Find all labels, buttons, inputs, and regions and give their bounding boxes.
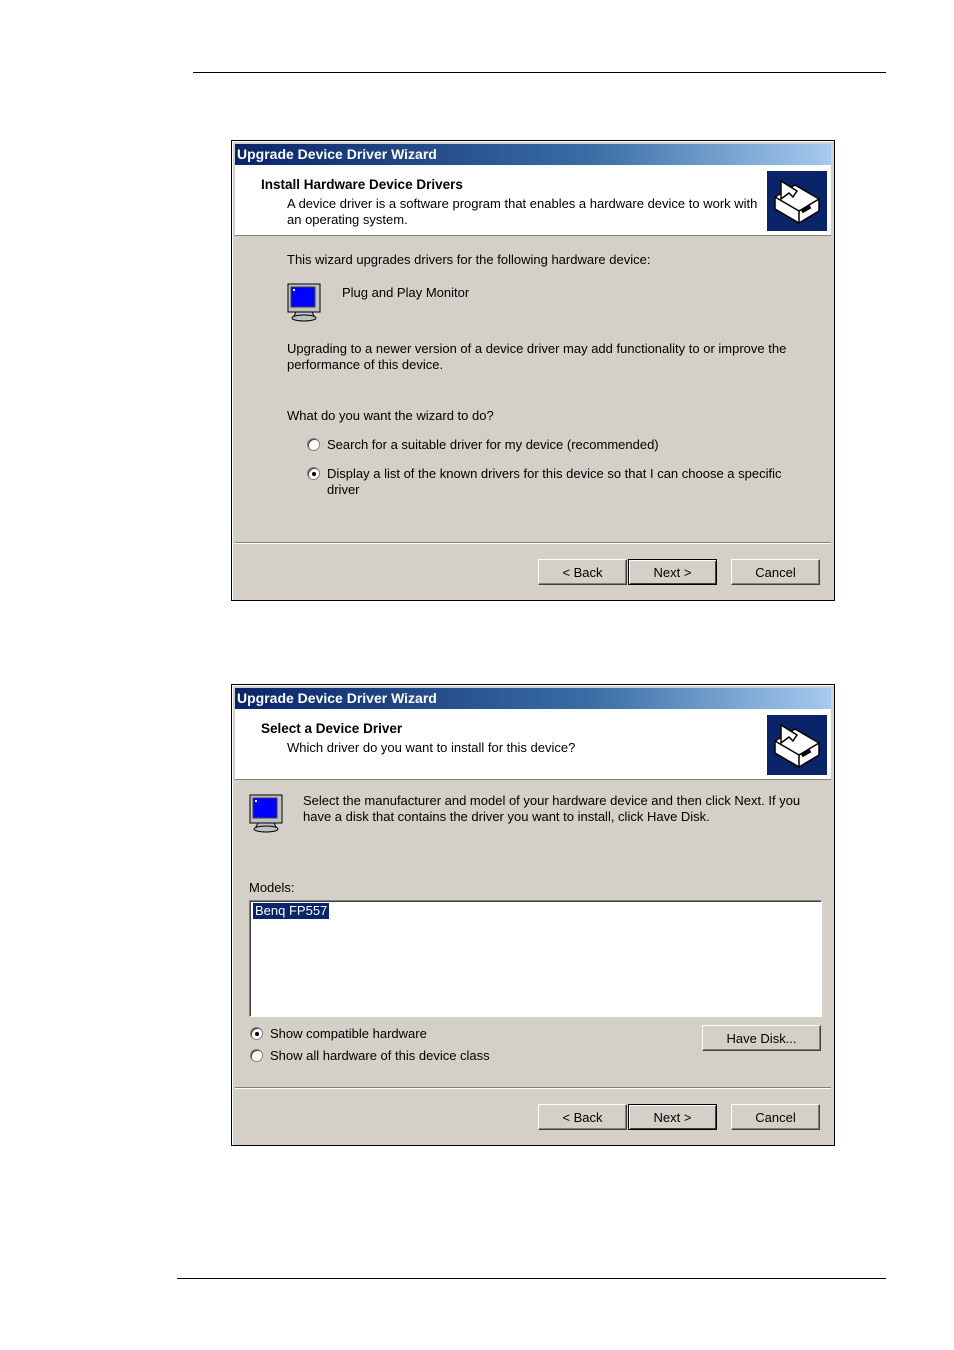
device-name: Plug and Play Monitor bbox=[342, 285, 470, 300]
header-subtitle: Which driver do you want to install for … bbox=[287, 740, 576, 755]
header-title: Select a Device Driver bbox=[261, 721, 403, 736]
have-disk-button[interactable]: Have Disk... bbox=[702, 1025, 821, 1051]
monitor-icon bbox=[287, 283, 321, 322]
header-title: Install Hardware Device Drivers bbox=[261, 177, 463, 192]
show-compatible-radio[interactable] bbox=[250, 1027, 263, 1040]
dialog-title: Upgrade Device Driver Wizard bbox=[235, 688, 831, 709]
search-driver-label[interactable]: Search for a suitable driver for my devi… bbox=[327, 437, 659, 453]
hardware-wizard-icon bbox=[767, 171, 827, 231]
models-listbox[interactable]: Benq FP557 bbox=[249, 900, 822, 1017]
install-drivers-dialog: Upgrade Device Driver Wizard Install Har… bbox=[231, 140, 835, 601]
bottom-rule bbox=[177, 1278, 886, 1279]
question-text: What do you want the wizard to do? bbox=[287, 408, 494, 423]
show-all-label[interactable]: Show all hardware of this device class bbox=[270, 1048, 490, 1064]
list-item[interactable]: Benq FP557 bbox=[251, 902, 331, 920]
next-button[interactable]: Next > bbox=[628, 559, 717, 585]
show-compatible-label[interactable]: Show compatible hardware bbox=[270, 1026, 427, 1042]
display-list-label[interactable]: Display a list of the known drivers for … bbox=[327, 466, 797, 498]
models-label: Models: bbox=[249, 880, 295, 895]
back-button[interactable]: < Back bbox=[538, 1104, 627, 1130]
cancel-button[interactable]: Cancel bbox=[731, 1104, 820, 1130]
display-list-radio[interactable] bbox=[307, 467, 320, 480]
back-button[interactable]: < Back bbox=[538, 559, 627, 585]
next-button[interactable]: Next > bbox=[628, 1104, 717, 1130]
top-rule bbox=[193, 72, 886, 73]
select-driver-dialog: Upgrade Device Driver Wizard Select a De… bbox=[231, 684, 835, 1146]
dialog-header: Select a Device Driver Which driver do y… bbox=[235, 709, 831, 780]
hardware-wizard-icon bbox=[767, 715, 827, 775]
search-driver-radio[interactable] bbox=[307, 438, 320, 451]
header-subtitle: A device driver is a software program th… bbox=[287, 196, 758, 227]
show-all-radio[interactable] bbox=[250, 1049, 263, 1062]
upgrade-text: Upgrading to a newer version of a device… bbox=[287, 341, 787, 372]
instructions-text: Select the manufacturer and model of you… bbox=[303, 793, 801, 824]
intro-text: This wizard upgrades drivers for the fol… bbox=[287, 252, 651, 267]
button-separator bbox=[235, 1087, 831, 1089]
dialog-title: Upgrade Device Driver Wizard bbox=[235, 144, 831, 165]
button-separator bbox=[235, 542, 831, 544]
cancel-button[interactable]: Cancel bbox=[731, 559, 820, 585]
monitor-icon bbox=[249, 794, 283, 833]
dialog-header: Install Hardware Device Drivers A device… bbox=[235, 165, 831, 236]
